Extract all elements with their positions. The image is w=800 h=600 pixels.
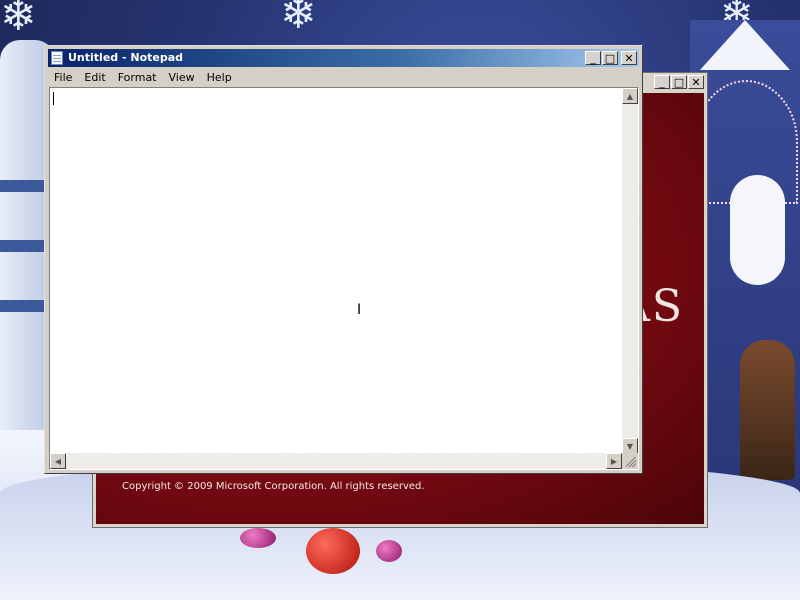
minimize-icon[interactable]: _ [654,75,670,89]
close-icon[interactable]: ✕ [621,51,637,65]
scroll-up-icon[interactable]: ▲ [622,88,638,104]
menu-file[interactable]: File [48,71,78,84]
caption-buttons: _ □ ✕ [585,51,637,65]
scroll-right-icon[interactable]: ▶ [606,453,622,469]
resize-grip-icon[interactable] [622,453,638,469]
bg-caption-buttons: _ □ ✕ [654,75,704,89]
title-bar[interactable]: Untitled - Notepad _ □ ✕ [48,49,639,67]
maximize-icon[interactable]: □ [671,75,687,89]
wallpaper-glove [730,175,785,285]
menu-view[interactable]: View [163,71,201,84]
ibeam-cursor-icon: I [357,302,362,318]
ornament [240,528,276,548]
notepad-app-icon[interactable] [51,51,63,65]
menu-bar: File Edit Format View Help [48,68,639,86]
ornament [376,540,402,562]
scroll-left-icon[interactable]: ◀ [50,453,66,469]
horizontal-scrollbar[interactable]: ◀ ▶ [50,453,622,469]
scroll-down-icon[interactable]: ▼ [622,438,638,454]
copyright-text: Copyright © 2009 Microsoft Corporation. … [122,481,425,492]
minimize-icon[interactable]: _ [585,51,601,65]
menu-help[interactable]: Help [201,71,238,84]
snowflake-icon: ❄ [280,0,317,39]
vertical-scrollbar[interactable]: ▲ ▼ [622,88,638,454]
notepad-window[interactable]: Untitled - Notepad _ □ ✕ File Edit Forma… [44,45,643,474]
menu-format[interactable]: Format [112,71,163,84]
text-caret [53,92,54,105]
wallpaper-figure [740,340,795,480]
menu-edit[interactable]: Edit [78,71,111,84]
text-edit-area[interactable]: I ▲ ▼ ◀ ▶ [49,87,639,470]
ornament [306,528,360,574]
window-title: Untitled - Notepad [68,51,184,64]
maximize-icon[interactable]: □ [602,51,618,65]
snowflake-icon: ❄ [0,0,37,41]
close-icon[interactable]: ✕ [688,75,704,89]
